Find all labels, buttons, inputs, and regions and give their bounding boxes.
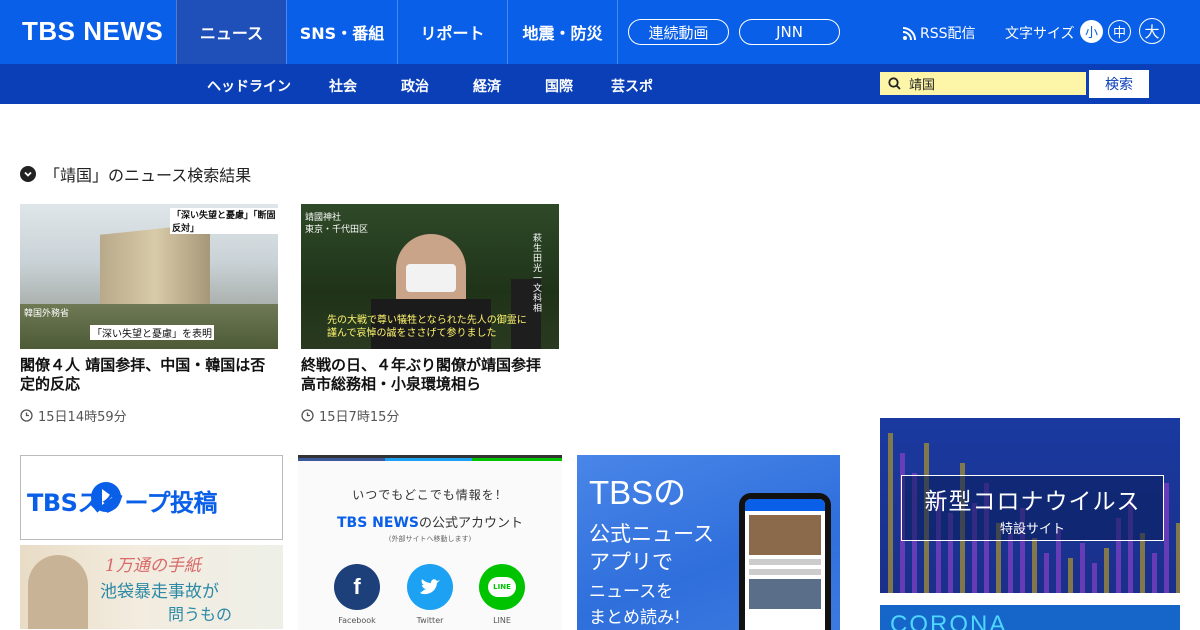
subnav-society[interactable]: 社会 — [329, 76, 357, 96]
decor-bar — [1032, 538, 1037, 593]
app-banner[interactable]: TBSの 公式ニュース アプリで ニュースを まとめ読み! — [577, 455, 840, 630]
search-input[interactable] — [909, 76, 1069, 91]
pill-jnn[interactable]: JNN — [739, 19, 840, 45]
decor-bar — [1008, 533, 1013, 593]
decor-bar — [1068, 558, 1073, 593]
article-time-text: 15日14時59分 — [38, 410, 127, 425]
sns-banner-top: いつでもどこでも情報を！ — [352, 488, 508, 502]
thumb-label: 韓国外務省 — [24, 309, 70, 319]
letters-banner[interactable]: 1万通の手紙 池袋暴走事故が 問うもの — [20, 545, 283, 629]
clock-icon — [20, 409, 33, 422]
twitter-label: Twitter — [416, 616, 444, 625]
person-photo — [28, 555, 88, 629]
facebook-icon[interactable]: f — [334, 564, 380, 610]
decor-bar — [1176, 523, 1180, 593]
letters-banner-mid: 池袋暴走事故が — [100, 582, 219, 602]
decor-bar — [1152, 553, 1157, 593]
article-time: 15日14時59分 — [20, 406, 278, 425]
clock-icon — [301, 409, 314, 422]
app-banner-line3: アプリで — [589, 550, 673, 574]
decor-bar — [1164, 483, 1169, 593]
line-icon[interactable]: LINE — [479, 564, 525, 610]
rss-icon — [903, 26, 916, 40]
subnav-international[interactable]: 国際 — [545, 76, 573, 96]
app-banner-line5: まとめ読み! — [589, 608, 681, 628]
decor-bar — [888, 433, 893, 593]
nav-tab-sns[interactable]: SNS・番組 — [286, 0, 397, 64]
subnav-entertainment-sports[interactable]: 芸スポ — [611, 76, 653, 96]
top-navbar: TBS NEWS ニュース SNS・番組 リポート 地震・防災 連続動画 JNN… — [0, 0, 1200, 64]
letters-banner-top: 1万通の手紙 — [105, 556, 201, 576]
thumb-label: 萩生田光一 文科相 — [533, 234, 543, 314]
nav-tab-news[interactable]: ニュース — [176, 0, 286, 64]
article-thumbnail: 靖國神社 東京・千代田区 萩生田光一 文科相 先の大戦で尊い犠牲となられた先人の… — [301, 204, 559, 349]
pill-serial-video[interactable]: 連続動画 — [628, 19, 729, 45]
fontsize-large-button[interactable]: 大 — [1139, 18, 1165, 44]
scoop-banner-text: TBSスクープ投稿 — [27, 489, 218, 517]
scoop-banner[interactable]: TBSスクープ投稿 — [20, 455, 283, 540]
nav-tab-earthquake[interactable]: 地震・防災 — [507, 0, 618, 64]
search-results-heading: 「靖国」のニュース検索結果 — [20, 162, 251, 186]
thumb-caption-bottom: 「深い失望と憂慮」を表明 — [90, 325, 214, 340]
decor-bar — [1044, 553, 1049, 593]
twitter-icon[interactable] — [407, 564, 453, 610]
article-card[interactable]: 「深い失望と憂慮」「断固反対」 韓国外務省 「深い失望と憂慮」を表明 閣僚４人 … — [20, 204, 278, 425]
fontsize-medium-button[interactable]: 中 — [1108, 20, 1131, 43]
sns-banner[interactable]: いつでもどこでも情報を！ TBS NEWSの公式アカウント (外部サイトへ移動し… — [298, 455, 562, 630]
subnav-politics[interactable]: 政治 — [401, 76, 429, 96]
thumb-caption-place: 東京・千代田区 — [305, 225, 369, 235]
line-label: LINE — [493, 616, 511, 625]
subnav-headline[interactable]: ヘッドライン — [207, 76, 291, 96]
corona-banner-subtitle: 特設サイト — [999, 522, 1065, 537]
app-banner-line4: ニュースを — [589, 582, 674, 602]
corona-banner-title: 新型コロナウイルス — [924, 489, 1141, 515]
decor-bar — [1080, 543, 1085, 593]
thumb-caption-top: 「深い失望と憂慮」「断固反対」 — [170, 208, 278, 234]
decor-bar — [1140, 533, 1145, 593]
chevron-down-icon — [20, 166, 36, 182]
corona-banner[interactable]: 新型コロナウイルス 特設サイト — [880, 418, 1180, 593]
article-time-text: 15日7時15分 — [319, 410, 400, 425]
fontsize-label: 文字サイズ — [1005, 26, 1075, 42]
site-logo[interactable]: TBS NEWS — [22, 16, 163, 47]
search-button[interactable]: 検索 — [1089, 70, 1149, 98]
search-box — [880, 72, 1086, 95]
decor-bar — [1092, 563, 1097, 593]
nav-tab-report[interactable]: リポート — [397, 0, 507, 64]
fontsize-small-button[interactable]: 小 — [1080, 20, 1103, 43]
article-title[interactable]: 閣僚４人 靖国参拝、中国・韓国は否定的反応 — [20, 356, 278, 394]
decor-bar — [1104, 548, 1109, 593]
article-thumbnail: 「深い失望と憂慮」「断固反対」 韓国外務省 「深い失望と憂慮」を表明 — [20, 204, 278, 349]
search-results-title: 「靖国」のニュース検索結果 — [44, 166, 252, 185]
rss-label: RSS配信 — [920, 26, 976, 42]
rss-link[interactable]: RSS配信 — [903, 23, 976, 43]
corona2-banner-text: CORONA — [890, 611, 1008, 630]
app-banner-line2: 公式ニュース — [589, 522, 714, 546]
letters-banner-bottom: 問うもの — [168, 605, 233, 624]
subnav-economy[interactable]: 経済 — [473, 76, 501, 96]
app-banner-line1: TBSの — [589, 474, 687, 511]
sns-banner-note: (外部サイトへ移動します) — [388, 535, 472, 543]
search-icon — [888, 77, 901, 90]
phone-image — [739, 493, 831, 630]
article-time: 15日7時15分 — [301, 406, 559, 425]
sns-banner-title: TBS NEWS — [337, 515, 419, 531]
facebook-label: Facebook — [338, 616, 376, 625]
sns-banner-suffix: の公式アカウント — [418, 516, 523, 531]
article-title[interactable]: 終戦の日、４年ぶり閣僚が靖国参拝 高市総務相・小泉環境相ら — [301, 356, 559, 394]
article-card[interactable]: 靖國神社 東京・千代田区 萩生田光一 文科相 先の大戦で尊い犠牲となられた先人の… — [301, 204, 559, 425]
corona2-banner[interactable]: CORONA — [880, 605, 1180, 630]
thumb-caption-bottom: 先の大戦で尊い犠牲となられた先人の御霊に謹んで哀悼の誠をささげて参りました — [327, 315, 527, 339]
